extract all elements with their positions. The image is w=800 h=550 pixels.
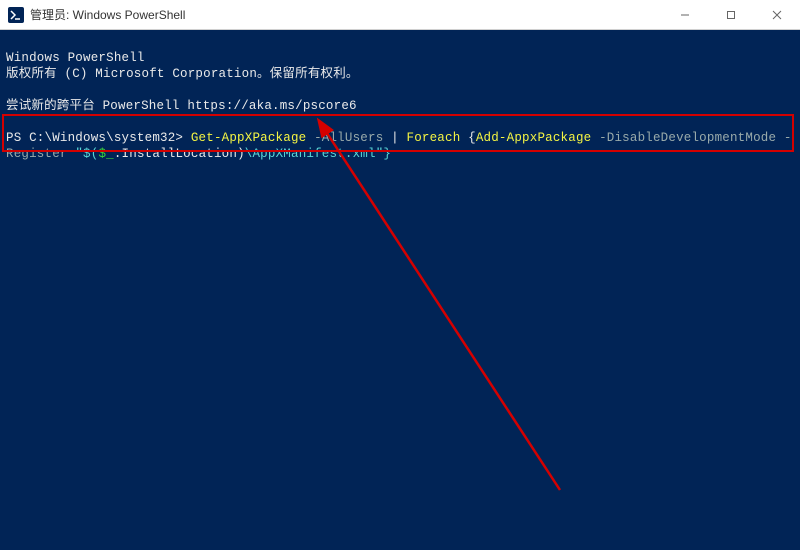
minimize-button[interactable] [662, 0, 708, 29]
cmd-add-appxpackage: Add-AppxPackage [476, 131, 592, 145]
string-open: "$( [68, 147, 99, 161]
pipe: | [383, 131, 406, 145]
prop-install-b: llLocation [160, 147, 237, 161]
prompt-path: PS C:\Windows\system32> [6, 131, 183, 145]
window-controls [662, 0, 800, 29]
powershell-icon [8, 7, 24, 23]
ps-banner-line3: 尝试新的跨平台 PowerShell https://aka.ms/pscore… [6, 99, 357, 113]
dot: . [114, 147, 122, 161]
dollar-under: $_ [98, 147, 113, 161]
ps-banner-line2: 版权所有 (C) Microsoft Corporation。保留所有权利。 [6, 67, 359, 81]
cmd-get-appxpackage: Get-AppXPackage [191, 131, 307, 145]
cmd-foreach: Foreach [407, 131, 461, 145]
window-titlebar: 管理员: Windows PowerShell [0, 0, 800, 30]
window-title: 管理员: Windows PowerShell [30, 6, 662, 23]
close-paren: ) [237, 147, 245, 161]
ps-banner-line1: Windows PowerShell [6, 51, 145, 65]
path-appxmanifest: \AppXManifest.xml [245, 147, 376, 161]
prop-install-a: Insta [122, 147, 161, 161]
flag-allusers: -AllUsers [314, 131, 383, 145]
maximize-button[interactable] [708, 0, 754, 29]
brace-open: { [460, 131, 475, 145]
flag-disabledevmode: -DisableDevelopmentMode [599, 131, 776, 145]
close-button[interactable] [754, 0, 800, 29]
terminal-output[interactable]: Windows PowerShell 版权所有 (C) Microsoft Co… [0, 30, 800, 541]
string-close: "} [376, 147, 391, 161]
